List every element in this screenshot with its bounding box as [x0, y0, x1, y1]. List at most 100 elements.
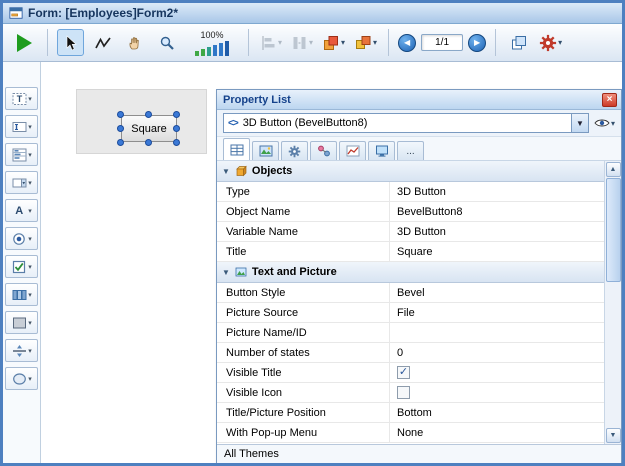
splitter-tool[interactable]: ▾ — [5, 339, 38, 362]
property-row-picture-name-id[interactable]: Picture Name/ID — [217, 323, 604, 343]
property-name: Visible Icon — [217, 383, 389, 402]
tab-properties[interactable] — [223, 138, 250, 160]
combo-dropdown-button[interactable]: ▼ — [571, 114, 588, 132]
property-row-object-name[interactable]: Object Name BevelButton8 — [217, 202, 604, 222]
page-number-field[interactable]: 1/1 — [421, 34, 463, 51]
zoom-bars-icon[interactable] — [195, 40, 229, 56]
title-bar[interactable]: Form: [Employees]Form2* — [3, 3, 622, 24]
label-tool[interactable]: A ▾ — [5, 199, 38, 222]
property-row-title[interactable]: Title Square — [217, 242, 604, 262]
rectangle-tool[interactable]: ▾ — [5, 311, 38, 334]
play-icon — [17, 34, 32, 52]
tab-events[interactable] — [310, 141, 337, 160]
zoom-level-control[interactable]: 100% — [185, 30, 239, 56]
text-picture-icon — [235, 266, 247, 278]
tab-chart[interactable] — [339, 141, 366, 160]
radio-button-tool[interactable]: ▾ — [5, 227, 38, 250]
property-grid-icon — [230, 144, 244, 156]
toolbar-separator — [388, 29, 389, 56]
toolbar-separator — [47, 29, 48, 56]
objects-cube-icon — [235, 165, 247, 177]
selection-handle-bottom-right[interactable] — [173, 139, 180, 146]
property-row-with-popup-menu[interactable]: With Pop-up Menu None — [217, 423, 604, 443]
select-tool-button[interactable] — [57, 29, 84, 56]
property-row-visible-icon[interactable]: Visible Icon ✓ — [217, 383, 604, 403]
hand-tool-button[interactable] — [121, 29, 148, 56]
object-selector-value: 3D Button (BevelButton8) — [243, 117, 566, 129]
property-grid: ▼ Objects Type 3D Button Object Name Bev… — [217, 161, 621, 444]
property-value[interactable]: Bevel — [389, 283, 604, 302]
property-list-titlebar[interactable]: Property List × — [217, 90, 621, 110]
list-box-tool[interactable]: ▾ — [5, 143, 38, 166]
property-value[interactable]: Square — [389, 242, 604, 261]
property-row-title-picture-position[interactable]: Title/Picture Position Bottom — [217, 403, 604, 423]
property-name: Number of states — [217, 343, 389, 362]
color-menu-button[interactable]: ▾ — [352, 33, 379, 53]
property-row-type[interactable]: Type 3D Button — [217, 182, 604, 202]
property-name: Variable Name — [217, 222, 389, 241]
property-value[interactable]: 3D Button — [389, 182, 604, 201]
text-area-icon: T — [11, 91, 27, 107]
next-page-button[interactable]: ▶ — [468, 34, 486, 52]
property-row-number-of-states[interactable]: Number of states 0 — [217, 343, 604, 363]
selection-handle-top-middle[interactable] — [145, 111, 152, 118]
input-field-tool[interactable]: ▾ — [5, 115, 38, 138]
visible-icon-checkbox[interactable]: ✓ — [397, 386, 410, 399]
object-selector-combo[interactable]: <> 3D Button (BevelButton8) ▼ — [223, 113, 589, 133]
check-icon: ✓ — [399, 367, 408, 378]
settings-menu-button[interactable]: ▾ — [537, 32, 564, 54]
view-options-button[interactable]: ▾ — [594, 117, 615, 129]
combo-box-tool[interactable]: ▾ — [5, 171, 38, 194]
selection-handle-top-right[interactable] — [173, 111, 180, 118]
pen-tool-button[interactable] — [89, 29, 116, 56]
form-canvas[interactable]: Square Property List × <> — [41, 62, 622, 463]
selection-handle-bottom-middle[interactable] — [145, 139, 152, 146]
dropdown-arrow-icon: ▾ — [28, 263, 32, 271]
section-header-objects[interactable]: ▼ Objects — [217, 161, 604, 182]
selection-handle-middle-right[interactable] — [173, 125, 180, 132]
property-value[interactable] — [389, 323, 604, 342]
oval-tool[interactable]: ▾ — [5, 367, 38, 390]
list-box-icon — [11, 147, 27, 163]
themes-footer[interactable]: All Themes — [217, 444, 621, 463]
tab-more[interactable]: ... — [397, 141, 424, 160]
property-row-variable-name[interactable]: Variable Name 3D Button — [217, 222, 604, 242]
property-row-visible-title[interactable]: Visible Title ✓ — [217, 363, 604, 383]
bevel-button-object[interactable]: Square — [121, 115, 177, 142]
property-value[interactable]: 0 — [389, 343, 604, 362]
selection-handle-top-left[interactable] — [117, 111, 124, 118]
run-form-button[interactable] — [11, 29, 38, 56]
checkbox-tool[interactable]: ▾ — [5, 255, 38, 278]
level-menu-button[interactable]: ▾ — [320, 33, 347, 53]
property-value[interactable]: None — [389, 423, 604, 442]
bevel-button-label: Square — [131, 123, 166, 135]
new-window-button[interactable] — [505, 29, 532, 56]
tab-settings[interactable] — [281, 141, 308, 160]
selection-handle-middle-left[interactable] — [117, 125, 124, 132]
rectangle-icon — [11, 315, 27, 331]
property-scrollbar[interactable]: ▲ ▼ — [604, 161, 621, 444]
close-button[interactable]: × — [602, 93, 617, 107]
previous-page-button[interactable]: ◀ — [398, 34, 416, 52]
text-area-tool[interactable]: T ▾ — [5, 87, 38, 110]
dropdown-arrow-icon: ▾ — [28, 375, 32, 383]
scroll-up-button[interactable]: ▲ — [606, 162, 621, 177]
property-value[interactable]: File — [389, 303, 604, 322]
scrollbar-thumb[interactable] — [606, 178, 621, 282]
align-menu-button: ▾ — [258, 33, 284, 53]
property-value[interactable]: 3D Button — [389, 222, 604, 241]
property-row-picture-source[interactable]: Picture Source File — [217, 303, 604, 323]
button-grid-tool[interactable]: ▾ — [5, 283, 38, 306]
scroll-down-button[interactable]: ▼ — [606, 428, 621, 443]
form-body[interactable]: Square — [76, 89, 207, 154]
property-value[interactable]: Bottom — [389, 403, 604, 422]
zoom-tool-button[interactable] — [153, 29, 180, 56]
visible-title-checkbox[interactable]: ✓ — [397, 366, 410, 379]
property-row-button-style[interactable]: Button Style Bevel — [217, 283, 604, 303]
tab-display[interactable] — [368, 141, 395, 160]
selection-handle-bottom-left[interactable] — [117, 139, 124, 146]
property-value[interactable]: BevelButton8 — [389, 202, 604, 221]
dropdown-arrow-icon: ▾ — [28, 179, 32, 187]
tab-picture[interactable] — [252, 141, 279, 160]
section-header-text-and-picture[interactable]: ▼ Text and Picture — [217, 262, 604, 283]
